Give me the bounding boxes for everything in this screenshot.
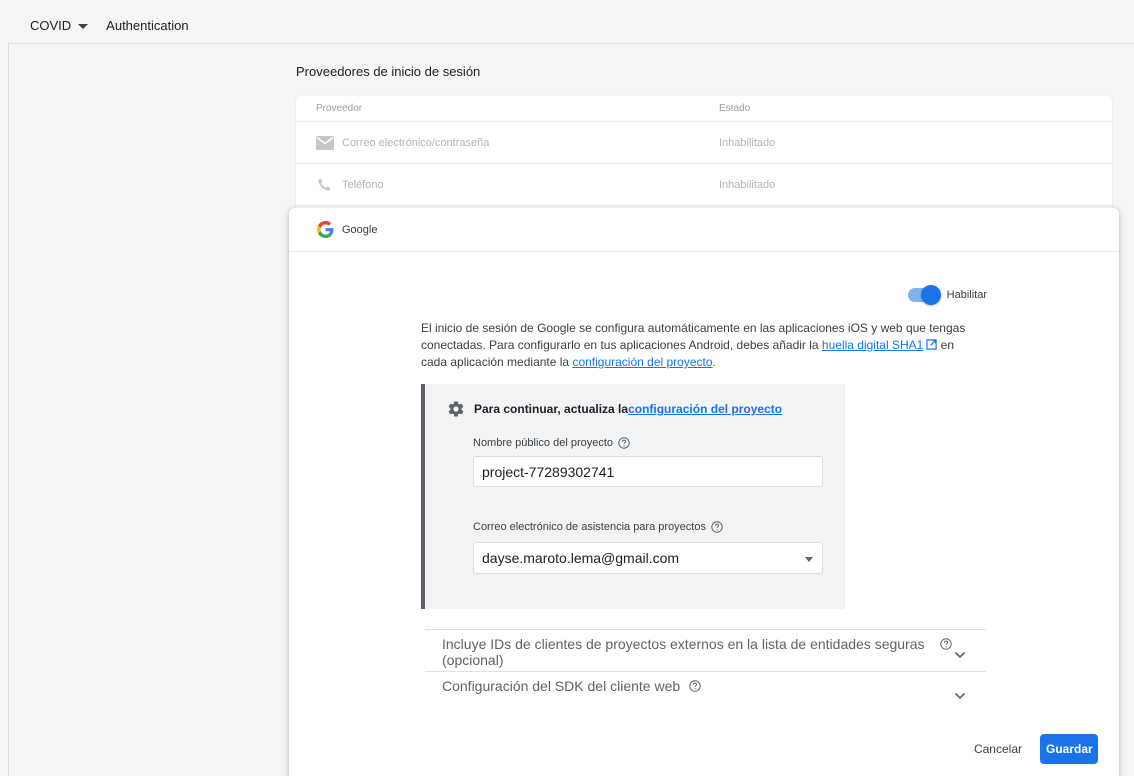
google-provider-panel: Google Habilitar El inicio de sesión de … — [289, 208, 1119, 776]
support-email-value: dayse.maroto.lema@gmail.com — [482, 550, 680, 566]
dropdown-arrow-icon — [805, 557, 813, 562]
chevron-down-icon — [78, 24, 89, 29]
accordion-title: Incluye IDs de clientes de proyectos ext… — [442, 636, 925, 652]
public-name-label: Nombre público del proyecto — [473, 437, 630, 449]
table-row[interactable]: Teléfono Inhabilitado — [296, 164, 1112, 206]
phone-icon — [318, 178, 330, 191]
description: El inicio de sesión de Google se configu… — [421, 321, 966, 369]
table-header: Proveedor Estado — [296, 96, 1112, 122]
providers-title: Proveedores de inicio de sesión — [296, 64, 481, 79]
enable-label: Habilitar — [946, 289, 987, 301]
project-settings-link[interactable]: configuración del proyecto — [572, 355, 712, 369]
provider-status: Inhabilitado — [719, 136, 776, 149]
web-sdk-config-accordion[interactable]: Configuración del SDK del cliente web — [425, 671, 986, 711]
enable-toggle-row: Habilitar — [907, 285, 987, 305]
panel-actions: Cancelar Guardar — [962, 734, 1098, 764]
column-provider: Proveedor — [316, 103, 363, 114]
help-icon[interactable] — [618, 437, 630, 449]
help-icon[interactable] — [940, 638, 953, 650]
project-settings-note: Para continuar, actualiza la configuraci… — [421, 384, 845, 609]
google-logo-icon — [317, 221, 334, 238]
column-status: Estado — [719, 103, 751, 114]
email-icon — [316, 135, 334, 150]
project-switcher[interactable]: COVID — [30, 18, 89, 33]
section-name: Authentication — [106, 18, 189, 33]
external-client-ids-accordion[interactable]: Incluye IDs de clientes de proyectos ext… — [425, 629, 986, 671]
sha1-link[interactable]: huella digital SHA1 — [822, 338, 923, 352]
chevron-down-icon — [954, 651, 966, 659]
chevron-down-icon — [954, 692, 966, 700]
enable-toggle[interactable] — [907, 285, 941, 305]
panel-title: Google — [342, 223, 378, 236]
note-project-settings-link[interactable]: configuración del proyecto — [628, 402, 782, 416]
table-row[interactable]: Correo electrónico/contraseña Inhabilita… — [296, 122, 1112, 164]
cancel-button[interactable]: Cancelar — [962, 742, 1034, 756]
panel-header: Google — [289, 208, 1119, 252]
support-email-select[interactable]: dayse.maroto.lema@gmail.com — [473, 542, 823, 574]
provider-name: Teléfono — [342, 178, 384, 191]
support-email-label: Correo electrónico de asistencia para pr… — [473, 521, 723, 533]
project-name: COVID — [30, 18, 72, 33]
public-name-input[interactable] — [473, 456, 823, 487]
toggle-knob — [920, 285, 941, 305]
open-in-new-icon — [926, 339, 938, 350]
provider-status: Inhabilitado — [719, 178, 776, 191]
help-icon[interactable] — [711, 521, 723, 533]
accordion-title: Configuración del SDK del cliente web — [442, 678, 681, 694]
save-button[interactable]: Guardar — [1040, 734, 1098, 764]
accordion-subtitle: (opcional) — [442, 652, 504, 668]
help-icon[interactable] — [689, 680, 701, 692]
provider-name: Correo electrónico/contraseña — [342, 136, 490, 149]
note-title: Para continuar, actualiza la configuraci… — [447, 400, 782, 418]
top-bar: COVID Authentication — [8, 8, 1134, 44]
gear-icon — [448, 401, 464, 417]
left-rail-divider — [8, 44, 9, 776]
